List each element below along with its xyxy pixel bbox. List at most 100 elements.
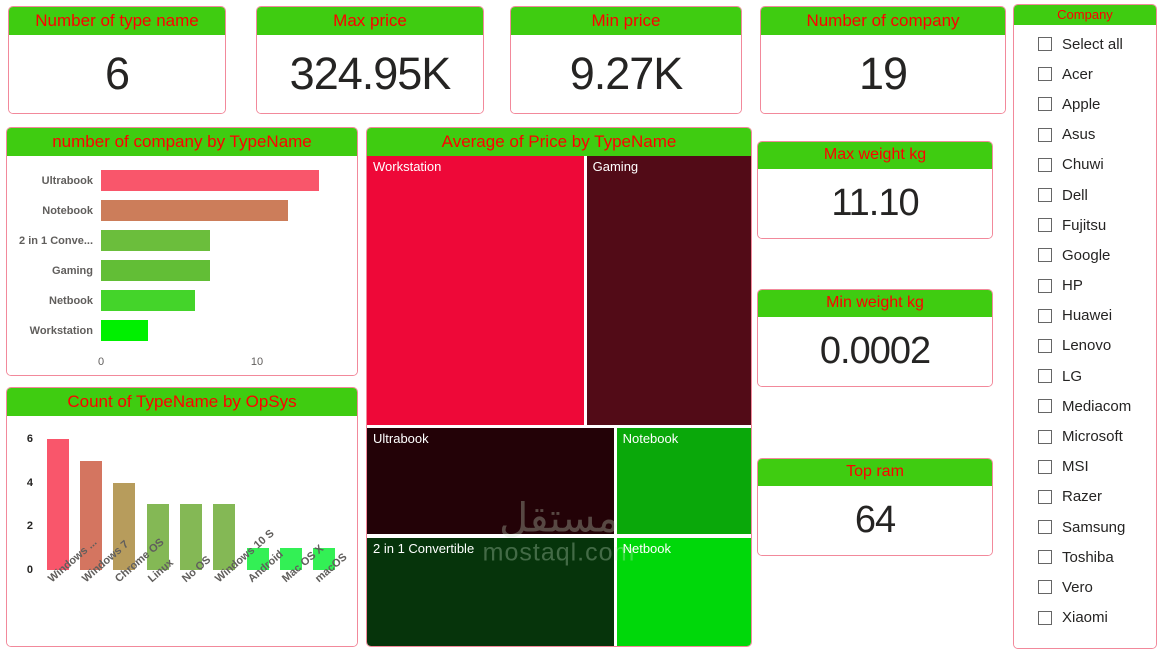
slicer-item[interactable]: Xiaomi — [1014, 603, 1156, 633]
bar-track — [101, 320, 349, 341]
slicer-item[interactable]: Acer — [1014, 59, 1156, 89]
slicer-item-label: LG — [1062, 367, 1083, 385]
checkbox-icon[interactable] — [1038, 278, 1052, 293]
kpi-title: Number of type name — [9, 7, 225, 35]
slicer-item[interactable]: Select all — [1014, 29, 1156, 59]
column-bar-plot: 0 2 4 6 Windows ... Windows 7 Chrome OS Linux No… — [7, 416, 357, 646]
checkbox-icon[interactable] — [1038, 550, 1052, 565]
slicer-item[interactable]: Google — [1014, 240, 1156, 270]
treemap-cell[interactable]: 2 in 1 Convertible — [367, 537, 614, 646]
bar-row[interactable]: 2 in 1 Conve... — [7, 230, 349, 251]
treemap-cell[interactable]: Netbook — [616, 537, 751, 646]
checkbox-icon[interactable] — [1038, 610, 1052, 625]
chart-body: Workstation Gaming Ultrabook Notebook 2 in 1… — [367, 156, 751, 646]
bar-row[interactable]: Ultrabook — [7, 170, 349, 191]
treemap-cell[interactable]: Ultrabook — [367, 428, 614, 534]
checkbox-icon[interactable] — [1038, 429, 1052, 444]
kpi-body: 0.0002 — [758, 317, 992, 386]
slicer-item-list[interactable]: Select all Acer Apple Asus Chuwi Dell Fujitsu G… — [1014, 25, 1156, 633]
checkbox-icon[interactable] — [1038, 399, 1052, 414]
slicer-item[interactable]: Microsoft — [1014, 421, 1156, 451]
slicer-item[interactable]: Chuwi — [1014, 150, 1156, 180]
checkbox-icon[interactable] — [1038, 157, 1052, 172]
bar-category-label: Workstation — [29, 324, 93, 337]
slicer-item[interactable]: Asus — [1014, 120, 1156, 150]
bar-row[interactable]: Netbook — [7, 290, 349, 311]
slicer-item-label: Apple — [1062, 95, 1101, 113]
bar-fill[interactable] — [101, 260, 211, 281]
bar-fill[interactable] — [101, 200, 289, 221]
kpi-card-max-price[interactable]: Max price 324.95K — [256, 6, 484, 114]
slicer-item[interactable]: HP — [1014, 271, 1156, 301]
chart-card-number-of-company-by-typename[interactable]: number of company by TypeName Ultrabook N… — [6, 127, 358, 376]
slicer-item[interactable]: Samsung — [1014, 512, 1156, 542]
slicer-item[interactable]: Razer — [1014, 482, 1156, 512]
treemap-cell-label: Ultrabook — [373, 431, 429, 447]
slicer-company[interactable]: Company Select all Acer Apple Asus Chuwi Dell… — [1013, 4, 1157, 649]
column-y-axis: 0 2 4 6 — [7, 430, 33, 576]
kpi-card-min-price[interactable]: Min price 9.27K — [510, 6, 742, 114]
checkbox-icon[interactable] — [1038, 308, 1052, 323]
kpi-card-max-weight-kg[interactable]: Max weight kg 11.10 — [757, 141, 993, 239]
bar-track — [101, 170, 349, 191]
checkbox-icon[interactable] — [1038, 218, 1052, 233]
column-bar[interactable] — [46, 438, 69, 570]
axis-tick-label: 0 — [97, 356, 105, 368]
bar-x-axis: 0 10 — [97, 356, 349, 370]
checkbox-icon[interactable] — [1038, 520, 1052, 535]
slicer-item[interactable]: Huawei — [1014, 301, 1156, 331]
kpi-title: Max weight kg — [758, 142, 992, 169]
checkbox-icon[interactable] — [1038, 489, 1052, 504]
slicer-item[interactable]: MSI — [1014, 452, 1156, 482]
chart-title: Count of TypeName by OpSys — [7, 388, 357, 416]
kpi-card-top-ram[interactable]: Top ram 64 — [757, 458, 993, 556]
chart-title: Average of Price by TypeName — [367, 128, 751, 156]
bar-fill[interactable] — [101, 230, 211, 251]
checkbox-icon[interactable] — [1038, 248, 1052, 263]
kpi-card-number-of-type-name[interactable]: Number of type name 6 — [8, 6, 226, 114]
kpi-value: 19 — [858, 48, 908, 99]
treemap-cell[interactable]: Notebook — [616, 428, 751, 534]
slicer-item[interactable]: Fujitsu — [1014, 210, 1156, 240]
bar-fill[interactable] — [101, 170, 320, 191]
checkbox-icon[interactable] — [1038, 67, 1052, 82]
bar-fill[interactable] — [101, 290, 195, 311]
bar-fill[interactable] — [101, 320, 148, 341]
treemap-cell-label: 2 in 1 Convertible — [373, 540, 475, 556]
bar-row[interactable]: Notebook — [7, 200, 349, 221]
chart-card-average-of-price-by-typename[interactable]: Average of Price by TypeName Workstation… — [366, 127, 752, 647]
slicer-item-label: Toshiba — [1062, 548, 1114, 566]
checkbox-icon[interactable] — [1038, 338, 1052, 353]
bar-row[interactable]: Workstation — [7, 320, 349, 341]
axis-tick-label: 4 — [26, 476, 33, 489]
slicer-item[interactable]: Dell — [1014, 180, 1156, 210]
checkbox-icon[interactable] — [1038, 97, 1052, 112]
checkbox-icon[interactable] — [1038, 369, 1052, 384]
treemap-cell[interactable]: Gaming — [586, 156, 751, 425]
slicer-item[interactable]: Toshiba — [1014, 542, 1156, 572]
checkbox-icon[interactable] — [1038, 580, 1052, 595]
slicer-item-label: Xiaomi — [1062, 609, 1108, 627]
slicer-item-label: Samsung — [1062, 518, 1126, 536]
slicer-item[interactable]: Mediacom — [1014, 391, 1156, 421]
checkbox-icon[interactable] — [1038, 459, 1052, 474]
checkbox-icon[interactable] — [1038, 188, 1052, 203]
slicer-item[interactable]: Vero — [1014, 572, 1156, 602]
slicer-body: Select all Acer Apple Asus Chuwi Dell Fujitsu G… — [1014, 25, 1156, 648]
kpi-card-number-of-company[interactable]: Number of company 19 — [760, 6, 1006, 114]
kpi-body: 6 — [9, 35, 225, 113]
kpi-value: 0.0002 — [819, 330, 931, 372]
kpi-value: 64 — [854, 499, 896, 541]
slicer-item[interactable]: Lenovo — [1014, 331, 1156, 361]
kpi-card-min-weight-kg[interactable]: Min weight kg 0.0002 — [757, 289, 993, 387]
slicer-item[interactable]: Apple — [1014, 89, 1156, 119]
treemap-cell[interactable]: Workstation — [367, 156, 584, 425]
kpi-body: 324.95K — [257, 35, 483, 113]
checkbox-icon[interactable] — [1038, 37, 1052, 52]
treemap-cell-label: Netbook — [622, 540, 672, 556]
chart-title: number of company by TypeName — [7, 128, 357, 156]
chart-card-count-of-typename-by-opsys[interactable]: Count of TypeName by OpSys 0 2 4 6 Windows .… — [6, 387, 358, 647]
slicer-item[interactable]: LG — [1014, 361, 1156, 391]
bar-row[interactable]: Gaming — [7, 260, 349, 281]
checkbox-icon[interactable] — [1038, 127, 1052, 142]
